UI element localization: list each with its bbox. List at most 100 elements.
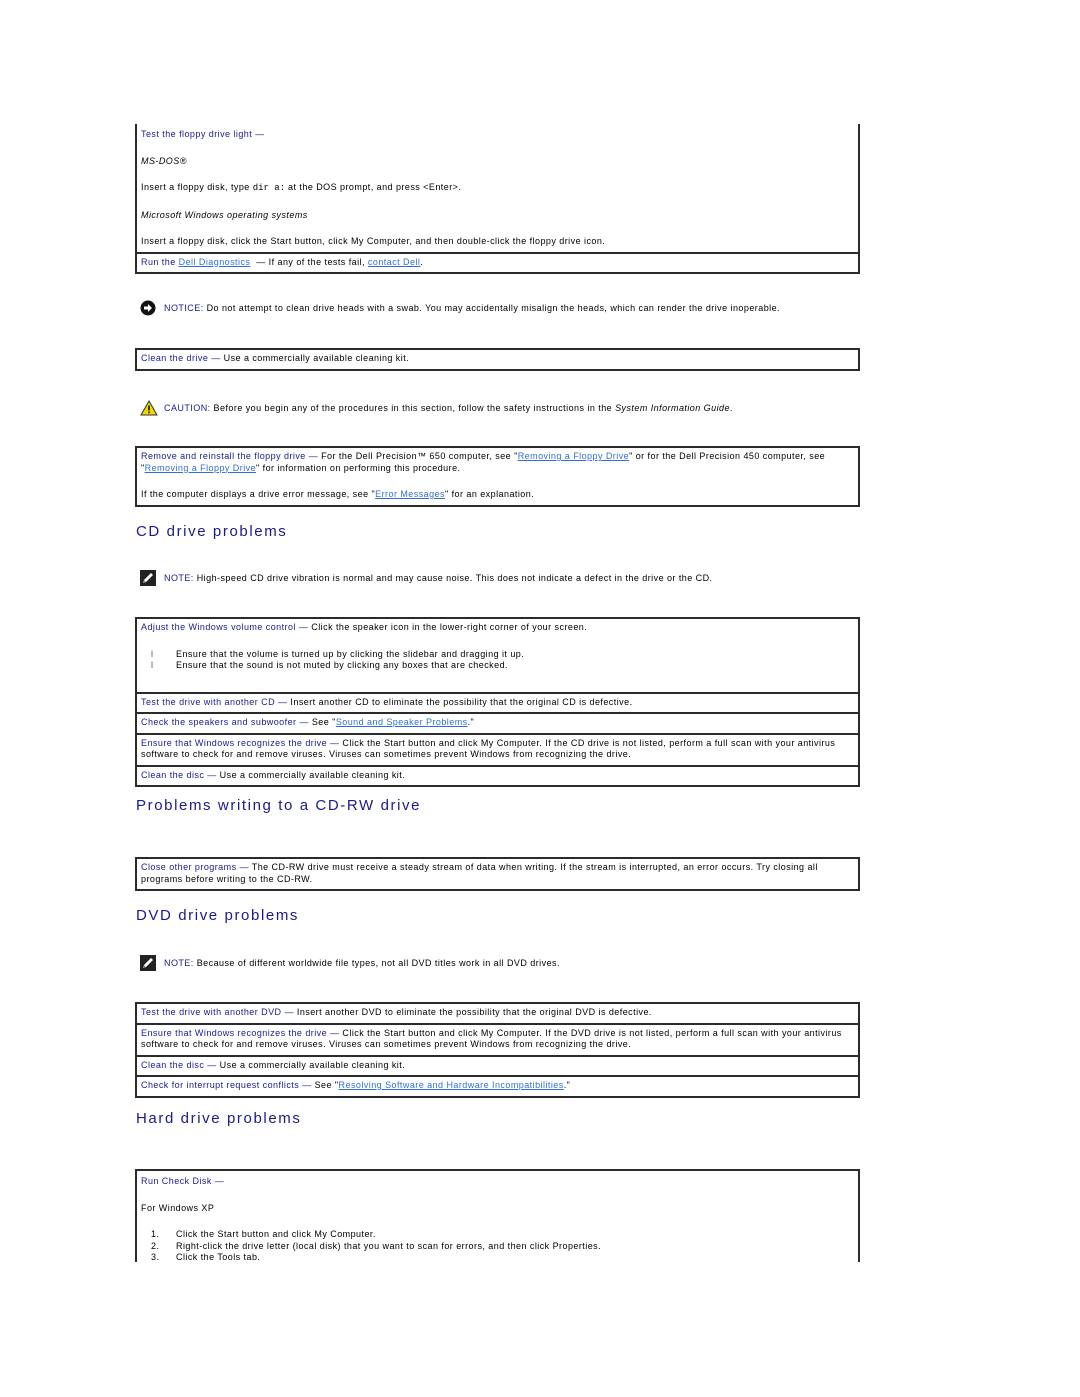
cd-volume-cell: Adjust the Windows volume control — Clic…	[137, 619, 858, 694]
sound-speaker-problems-link[interactable]: Sound and Speaker Problems	[336, 717, 468, 727]
cd-speakers-term: Check the speakers and subwoofer —	[141, 717, 309, 727]
error-message-text: If the computer displays a drive error m…	[141, 489, 854, 501]
reinstall-text: Remove and reinstall the floppy drive — …	[141, 451, 854, 474]
dvd-clean-text: Use a commercially available cleaning ki…	[216, 1059, 406, 1070]
cd-troubleshoot-table: Adjust the Windows volume control — Clic…	[135, 617, 860, 787]
cd-speakers-post: ."	[467, 717, 475, 727]
cd-volume-text: Click the speaker icon in the lower-righ…	[308, 622, 588, 632]
reinstall-term: Remove and reinstall the floppy drive —	[141, 451, 319, 461]
cd-clean-cell: Clean the disc — Use a commercially avai…	[137, 767, 858, 786]
bullet-text: Ensure that the volume is turned up by c…	[176, 648, 525, 659]
note-pencil-icon	[140, 570, 156, 586]
resolving-incompatibilities-link[interactable]: Resolving Software and Hardware Incompat…	[339, 1080, 564, 1090]
dvd-another-text: Insert another DVD to eliminate the poss…	[293, 1007, 652, 1017]
dvd-note-label: NOTE:	[164, 958, 194, 968]
step-text: Right-click the drive letter (local disk…	[176, 1240, 602, 1251]
cd-drive-heading: CD drive problems	[136, 523, 288, 540]
dvd-irq-text: See "	[311, 1080, 339, 1090]
dvd-recognize-term: Ensure that Windows recognizes the drive…	[141, 1027, 340, 1038]
floppy-troubleshoot-table: Test the floppy drive light — MS-DOS® In…	[135, 124, 860, 274]
cd-note-callout: NOTE: High-speed CD drive vibration is n…	[140, 570, 713, 586]
list-item: 3. Click the Tools tab.	[151, 1252, 854, 1264]
clean-drive-term: Clean the drive —	[141, 353, 221, 363]
run-diagnostics-term: Run the	[141, 256, 179, 267]
error-messages-link[interactable]: Error Messages	[375, 489, 445, 499]
cd-volume-term: Adjust the Windows volume control —	[141, 622, 309, 632]
cdrw-close-term: Close other programs —	[141, 862, 249, 872]
windows-heading: Microsoft Windows operating systems	[141, 209, 308, 220]
system-info-guide: System Information Guide	[615, 403, 730, 413]
run-diagnostics-cell: Run the Dell Diagnostics — If any of the…	[137, 254, 858, 273]
caution-end: .	[729, 403, 733, 413]
diagnostics-text: — If any of the tests fail,	[253, 256, 368, 267]
reinstall-text3: " for information on performing this pro…	[256, 462, 461, 473]
dvd-note-callout: NOTE: Because of different worldwide fil…	[140, 955, 560, 971]
cd-recognize-cell: Ensure that Windows recognizes the drive…	[137, 735, 858, 767]
reinstall-text1: For the Dell Precision™ 650 computer, se…	[318, 451, 518, 461]
step-number: 2.	[151, 1240, 160, 1251]
list-item: l Ensure that the volume is turned up by …	[151, 649, 854, 661]
caution-label: CAUTION:	[164, 403, 211, 413]
floppy-light-cell: Test the floppy drive light — MS-DOS® In…	[137, 124, 858, 254]
bullet-text: Ensure that the sound is not muted by cl…	[176, 660, 508, 670]
cd-another-text: Insert another CD to eliminate the possi…	[287, 696, 633, 707]
step-text: Click the Tools tab.	[176, 1252, 261, 1262]
volume-bullet-list: l Ensure that the volume is turned up by …	[141, 649, 854, 672]
error-pre: If the computer displays a drive error m…	[141, 489, 376, 499]
check-disk-cell: Run Check Disk — For Windows XP 1. Click …	[137, 1171, 858, 1268]
notice-text: Do not attempt to clean drive heads with…	[203, 303, 781, 313]
dos-command: dir a:	[252, 183, 286, 193]
clean-drive-text: Use a commercially available cleaning ki…	[220, 353, 410, 363]
dvd-another-term: Test the drive with another DVD —	[141, 1007, 294, 1017]
dvd-recognize-cell: Ensure that Windows recognizes the drive…	[137, 1025, 858, 1057]
notice-callout: NOTICE: Do not attempt to clean drive he…	[140, 300, 780, 316]
bullet-icon: l	[151, 648, 154, 659]
list-item: 2. Right-click the drive letter (local di…	[151, 1241, 854, 1253]
cd-clean-text: Use a commercially available cleaning ki…	[216, 769, 406, 780]
hard-drive-heading: Hard drive problems	[136, 1110, 302, 1127]
dvd-irq-cell: Check for interrupt request conflicts — …	[137, 1077, 858, 1096]
cd-note-label: NOTE:	[164, 573, 194, 583]
cdrw-heading: Problems writing to a CD-RW drive	[136, 797, 422, 814]
reinstall-floppy-cell: Remove and reinstall the floppy drive — …	[137, 448, 858, 505]
error-post: " for an explanation.	[444, 489, 535, 499]
cd-recognize-term: Ensure that Windows recognizes the drive…	[141, 737, 340, 748]
cd-speakers-text: See "	[308, 717, 336, 727]
cd-another-term: Test the drive with another CD —	[141, 696, 288, 707]
list-item: l Ensure that the sound is not muted by c…	[151, 660, 854, 672]
clean-drive-table: Clean the drive — Use a commercially ava…	[135, 348, 860, 371]
dvd-another-cell: Test the drive with another DVD — Insert…	[137, 1004, 858, 1025]
dvd-drive-heading: DVD drive problems	[136, 907, 300, 924]
cd-note-text: High-speed CD drive vibration is normal …	[193, 573, 713, 583]
check-disk-term: Run Check Disk —	[141, 1176, 225, 1186]
msdos-instructions: Insert a floppy disk, type dir a: at the…	[141, 182, 854, 195]
hdd-troubleshoot-table: Run Check Disk — For Windows XP 1. Click …	[135, 1169, 860, 1262]
check-disk-steps: 1. Click the Start button and click My Co…	[141, 1229, 854, 1264]
reinstall-floppy-table: Remove and reinstall the floppy drive — …	[135, 446, 860, 507]
caution-text: Before you begin any of the procedures i…	[210, 403, 616, 413]
msdos-pre: Insert a floppy disk, type	[141, 182, 253, 192]
caution-callout: CAUTION: Before you begin any of the pro…	[140, 399, 733, 416]
diagnostics-end: .	[420, 256, 424, 267]
removing-floppy-450-link[interactable]: Removing a Floppy Drive	[145, 463, 256, 473]
step-text: Click the Start button and click My Comp…	[176, 1229, 376, 1239]
cd-another-cell: Test the drive with another CD — Insert …	[137, 694, 858, 714]
dvd-troubleshoot-table: Test the drive with another DVD — Insert…	[135, 1002, 860, 1098]
msdos-post: at the DOS prompt, and press <Enter>.	[285, 182, 462, 192]
msdos-heading: MS-DOS®	[141, 155, 187, 166]
dvd-note-text: Because of different worldwide file type…	[193, 958, 560, 968]
notice-arrow-icon	[140, 300, 156, 316]
step-number: 1.	[151, 1229, 160, 1239]
step-number: 3.	[151, 1252, 160, 1262]
removing-floppy-650-link[interactable]: Removing a Floppy Drive	[518, 451, 629, 461]
cdrw-troubleshoot-table: Close other programs — The CD-RW drive m…	[135, 857, 860, 891]
contact-dell-link[interactable]: contact Dell	[368, 257, 420, 267]
dvd-clean-cell: Clean the disc — Use a commercially avai…	[137, 1057, 858, 1077]
note-pencil-icon	[140, 955, 156, 971]
bullet-icon: l	[151, 660, 154, 670]
windows-xp-label: For Windows XP	[141, 1202, 215, 1213]
floppy-light-term: Test the floppy drive light —	[141, 129, 265, 139]
clean-drive-cell: Clean the drive — Use a commercially ava…	[137, 350, 858, 369]
dell-diagnostics-link[interactable]: Dell Diagnostics	[179, 257, 251, 267]
dvd-irq-post: ."	[563, 1080, 571, 1090]
